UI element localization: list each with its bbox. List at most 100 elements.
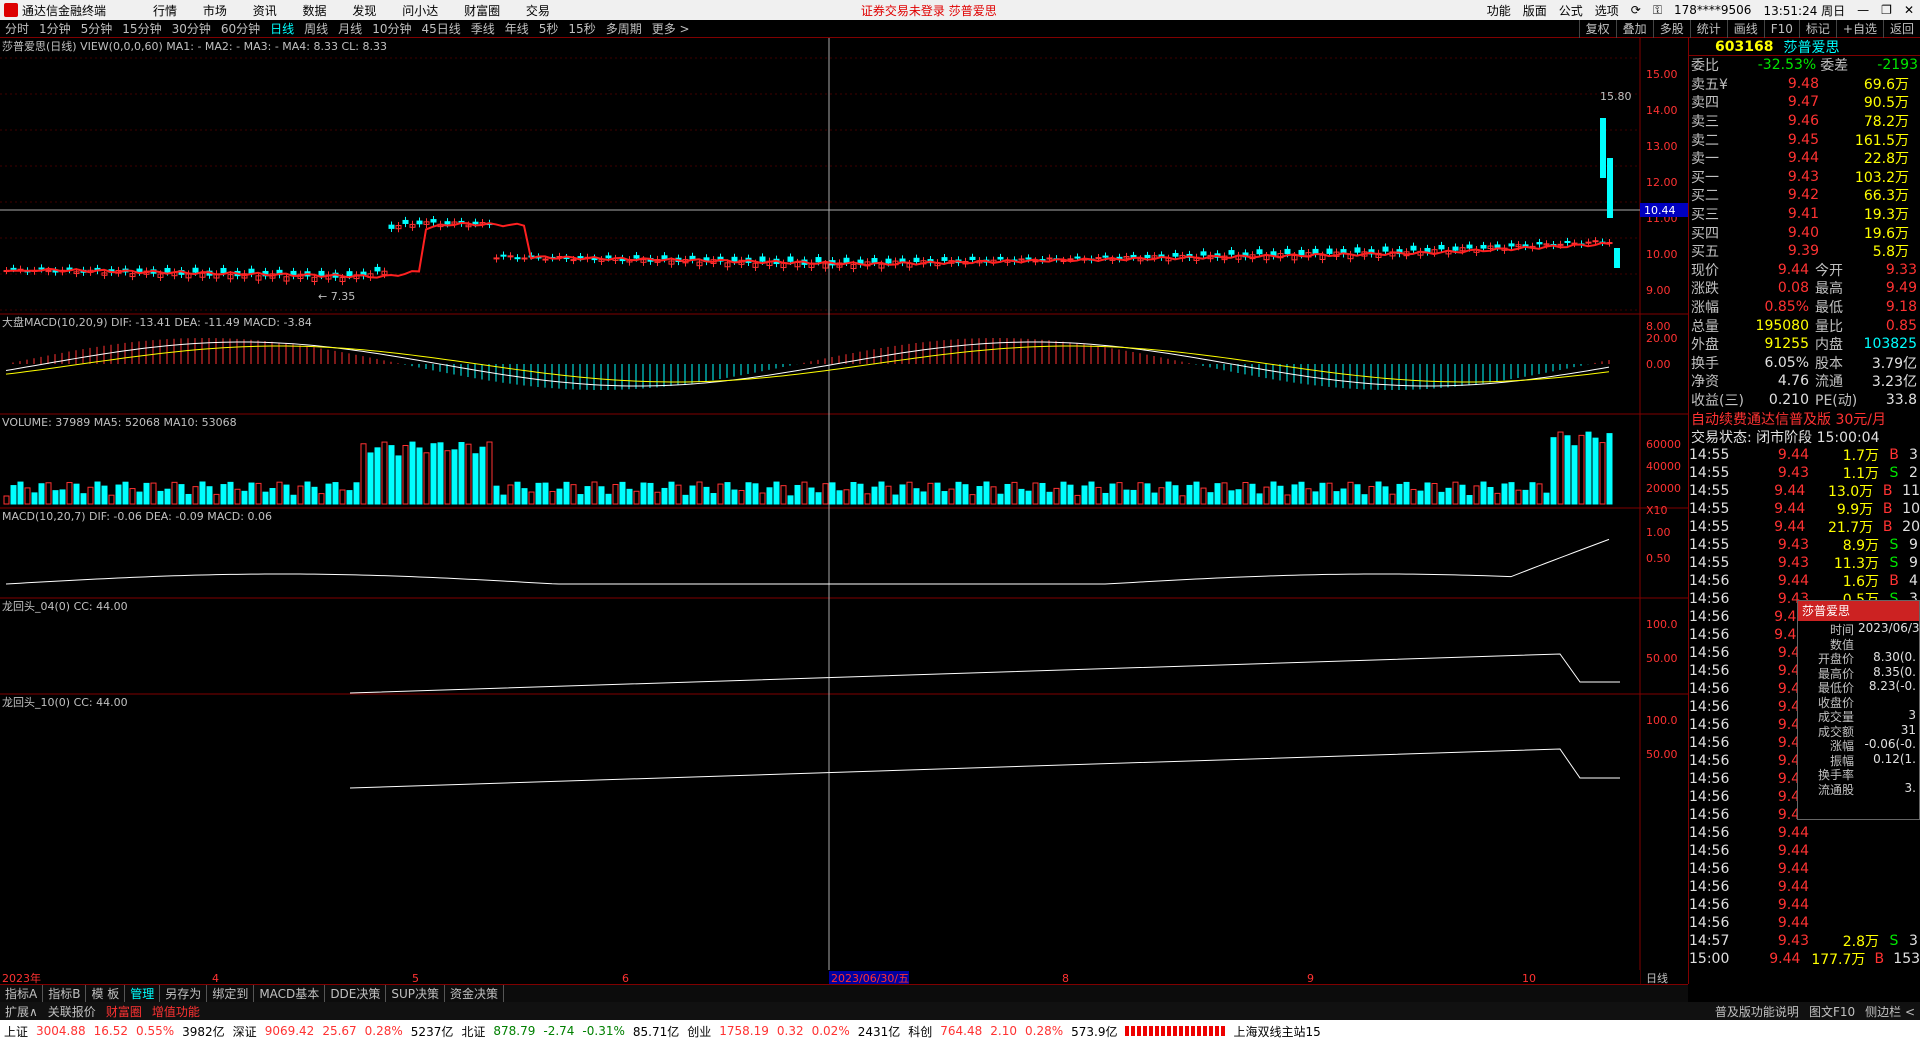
level-label: 买三 — [1691, 207, 1719, 224]
restore-icon[interactable]: ❐ — [1881, 3, 1892, 17]
menu-wenxiaoda[interactable]: 问小达 — [402, 4, 438, 18]
period-10[interactable]: 45日线 — [421, 20, 460, 37]
tick-volume: 177.7万 — [1811, 952, 1866, 969]
volume-bar — [549, 490, 556, 505]
index-sh-label[interactable]: 上证 — [4, 1023, 28, 1040]
menu-gongshi[interactable]: 公式 — [1559, 2, 1583, 19]
asks-row[interactable]: 卖三 9.46 78.2万 — [1689, 112, 1920, 131]
period-11[interactable]: 季线 — [471, 20, 495, 37]
volume-bar — [1228, 490, 1235, 505]
ext-3[interactable]: 增值功能 — [147, 1003, 205, 1020]
period-6[interactable]: 日线 — [270, 20, 294, 37]
asks-row[interactable]: 卖一 9.44 22.8万 — [1689, 149, 1920, 168]
menu-jiaoyi[interactable]: 交易 — [526, 4, 550, 18]
period-2[interactable]: 5分钟 — [81, 20, 113, 37]
period-1[interactable]: 1分钟 — [39, 20, 71, 37]
tab-5[interactable]: 绑定到 — [207, 985, 255, 1002]
ad-banner[interactable]: 自动续费通达信普及版 30元/月 — [1689, 409, 1920, 428]
tick-time: 14:56 — [1689, 681, 1730, 698]
menu-hangqing[interactable]: 行情 — [153, 4, 177, 18]
menu-caifuquan[interactable]: 财富圈 — [464, 4, 500, 18]
toolbar-btn-0[interactable]: 复权 — [1578, 20, 1616, 38]
toolbar-btn-7[interactable]: +自选 — [1835, 20, 1883, 38]
candle-body — [374, 266, 381, 272]
tick-price: 9.43 — [1777, 537, 1809, 554]
index-kc-label[interactable]: 科创 — [908, 1023, 932, 1040]
toolbar-btn-6[interactable]: 标记 — [1798, 20, 1836, 38]
server-station[interactable]: 上海双线主站15 — [1233, 1023, 1320, 1040]
period-13[interactable]: 5秒 — [539, 20, 559, 37]
asks-row[interactable]: 卖五¥ 9.48 69.6万 — [1689, 75, 1920, 94]
menu-banmian[interactable]: 版面 — [1523, 2, 1547, 19]
period-5[interactable]: 60分钟 — [221, 20, 260, 37]
period-9[interactable]: 10分钟 — [372, 20, 411, 37]
bids-row[interactable]: 买一 9.43 103.2万 — [1689, 168, 1920, 187]
ext-right-2[interactable]: 侧边栏 < — [1860, 1003, 1920, 1020]
toolbar-btn-1[interactable]: 叠加 — [1615, 20, 1653, 38]
period-14[interactable]: 15秒 — [568, 20, 595, 37]
toolbar-btn-2[interactable]: 多股 — [1652, 20, 1690, 38]
bids-row[interactable]: 买二 9.42 66.3万 — [1689, 186, 1920, 205]
menu-shichang[interactable]: 市场 — [203, 4, 227, 18]
tab-0[interactable]: 指标A — [0, 985, 44, 1002]
minimize-icon[interactable]: — — [1857, 3, 1869, 17]
volume-bar — [220, 484, 227, 505]
tab-9[interactable]: 资金决策 — [445, 985, 505, 1002]
refresh-icon[interactable]: ⟳ — [1631, 3, 1641, 17]
bids-row[interactable]: 买三 9.41 19.3万 — [1689, 205, 1920, 224]
ext-0[interactable]: 扩展∧ — [0, 1003, 43, 1020]
period-16[interactable]: 更多 > — [652, 20, 690, 37]
period-12[interactable]: 年线 — [505, 20, 529, 37]
volume-bar — [1529, 482, 1536, 505]
ad-text[interactable]: 自动续费通达信普及版 30元/月 — [1691, 409, 1886, 429]
bids-row[interactable]: 买五 9.39 5.8万 — [1689, 242, 1920, 261]
tab-8[interactable]: SUP决策 — [386, 985, 446, 1002]
volume-bar — [255, 482, 262, 505]
period-15[interactable]: 多周期 — [606, 20, 642, 37]
menu-shuju[interactable]: 数据 — [303, 4, 327, 18]
level-price: 9.44 — [1787, 150, 1819, 167]
tick-bs: S — [1889, 537, 1899, 554]
close-icon[interactable]: ✕ — [1904, 3, 1914, 17]
kline-chart-area[interactable]: 15.00 14.00 13.00 12.00 11.00 10.00 9.00 8.00 15… — [0, 38, 1688, 985]
lock-icon[interactable]: ⚿ — [1653, 3, 1662, 18]
period-7[interactable]: 周线 — [304, 20, 328, 37]
ext-right-1[interactable]: 图文F10 — [1804, 1003, 1860, 1020]
user-account[interactable]: 178****9506 — [1674, 3, 1751, 17]
menu-zixun[interactable]: 资讯 — [253, 4, 277, 18]
tab-6[interactable]: MACD基本 — [254, 985, 326, 1002]
asks-row[interactable]: 卖四 9.47 90.5万 — [1689, 93, 1920, 112]
period-3[interactable]: 15分钟 — [122, 20, 161, 37]
login-warning[interactable]: 证券交易未登录 莎普爱思 — [861, 2, 997, 19]
toolbar-btn-5[interactable]: F10 — [1763, 20, 1799, 38]
chart-svg[interactable]: 15.0014.0013.0012.0011.0010.009.008.0015… — [0, 38, 1688, 985]
tab-2[interactable]: 模 板 — [86, 985, 126, 1002]
period-8[interactable]: 月线 — [338, 20, 362, 37]
tab-1[interactable]: 指标B — [43, 985, 87, 1002]
asks-row[interactable]: 卖二 9.45 161.5万 — [1689, 130, 1920, 149]
period-4[interactable]: 30分钟 — [172, 20, 211, 37]
candle-body — [192, 267, 199, 273]
ext-2[interactable]: 财富圈 — [101, 1003, 147, 1020]
tab-4[interactable]: 另存为 — [160, 985, 208, 1002]
tab-7[interactable]: DDE决策 — [325, 985, 387, 1002]
ext-1[interactable]: 关联报价 — [43, 1003, 101, 1020]
index-bz-label[interactable]: 北证 — [461, 1023, 485, 1040]
menu-gongneng[interactable]: 功能 — [1487, 2, 1511, 19]
index-cy-label[interactable]: 创业 — [687, 1023, 711, 1040]
toolbar-btn-8[interactable]: 返回 — [1882, 20, 1920, 38]
popup-key: 最低价 — [1817, 681, 1854, 695]
status-bar: 上证 3004.88 16.52 0.55% 3982亿 深证 9069.42 … — [0, 1020, 1920, 1042]
index-bz-change: -2.74 — [543, 1024, 575, 1038]
menu-faxian[interactable]: 发现 — [352, 4, 376, 18]
tab-3[interactable]: 管理 — [125, 985, 161, 1002]
bids-row[interactable]: 买四 9.40 19.6万 — [1689, 223, 1920, 242]
index-bz-amount: 85.71亿 — [632, 1024, 680, 1039]
toolbar-btn-4[interactable]: 画线 — [1726, 20, 1764, 38]
period-0[interactable]: 分时 — [5, 20, 29, 37]
ext-right-0[interactable]: 普及版功能说明 — [1710, 1003, 1804, 1020]
menu-xuanxiang[interactable]: 选项 — [1595, 2, 1619, 19]
toolbar-btn-3[interactable]: 统计 — [1689, 20, 1727, 38]
popup-val: 2023/06/3 — [1858, 621, 1920, 635]
index-sz-label[interactable]: 深证 — [233, 1023, 257, 1040]
